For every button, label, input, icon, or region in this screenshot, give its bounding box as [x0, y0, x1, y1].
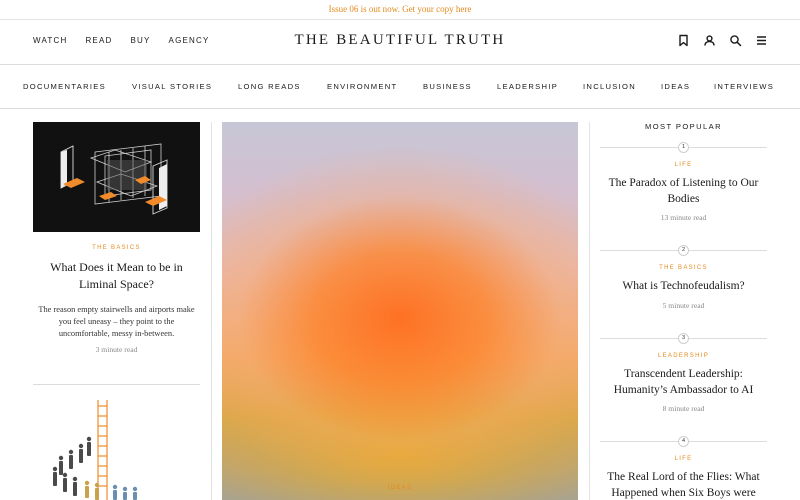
popular-item[interactable]: 2 THE BASICS What is Technofeudalism? 5 … [600, 245, 767, 335]
column-divider [211, 122, 212, 500]
popular-item[interactable]: 1 LIFE The Paradox of Listening to Our B… [600, 142, 767, 242]
item-title[interactable]: What is Technofeudalism? [600, 279, 767, 295]
item-number: 1 [678, 142, 689, 153]
site-header: WATCH READ BUY AGENCY THE BEAUTIFUL TRUT… [0, 20, 800, 65]
item-number: 3 [678, 333, 689, 344]
popular-item[interactable]: 4 LIFE The Real Lord of the Flies: What … [600, 436, 767, 500]
people-and-ladder-illustration[interactable] [33, 392, 200, 500]
header-icons [677, 34, 768, 47]
popular-item[interactable]: 3 LEADERSHIP Transcendent Leadership: Hu… [600, 333, 767, 433]
announcement-link[interactable]: Issue 06 is out now. Get your copy here [329, 4, 472, 14]
featured-story-hero[interactable]: IDEAS [222, 122, 578, 500]
category-ideas[interactable]: IDEAS [661, 82, 690, 91]
featured-story-kicker[interactable]: IDEAS [222, 485, 578, 491]
primary-nav: WATCH READ BUY AGENCY [33, 36, 210, 45]
item-kicker[interactable]: LIFE [600, 456, 767, 462]
item-read-time: 5 minute read [662, 301, 705, 310]
category-interviews[interactable]: INTERVIEWS [714, 82, 774, 91]
search-icon[interactable] [729, 34, 742, 47]
article-description: The reason empty stairwells and airports… [38, 305, 195, 338]
category-inclusion[interactable]: INCLUSION [583, 82, 636, 91]
item-read-time: 13 minute read [660, 213, 707, 222]
menu-icon[interactable] [755, 34, 768, 47]
most-popular-heading: MOST POPULAR [644, 122, 722, 131]
bookmark-icon[interactable] [677, 34, 690, 47]
item-title[interactable]: The Paradox of Listening to Our Bodies [600, 176, 767, 207]
category-visual-stories[interactable]: VISUAL STORIES [132, 82, 212, 91]
article-title[interactable]: What Does it Mean to be in Liminal Space… [33, 259, 200, 293]
item-read-time: 8 minute read [662, 404, 705, 413]
nav-buy[interactable]: BUY [130, 36, 150, 45]
item-title[interactable]: The Real Lord of the Flies: What Happene… [600, 470, 767, 500]
category-environment[interactable]: ENVIRONMENT [327, 82, 397, 91]
item-kicker[interactable]: LEADERSHIP [600, 353, 767, 359]
category-nav: DOCUMENTARIES VISUAL STORIES LONG READS … [0, 65, 800, 109]
account-icon[interactable] [703, 34, 716, 47]
nav-agency[interactable]: AGENCY [169, 36, 210, 45]
liminal-space-illustration[interactable] [33, 122, 200, 232]
category-leadership[interactable]: LEADERSHIP [497, 82, 558, 91]
category-business[interactable]: BUSINESS [423, 82, 472, 91]
nav-read[interactable]: READ [85, 36, 112, 45]
item-number: 4 [678, 436, 689, 447]
category-documentaries[interactable]: DOCUMENTARIES [23, 82, 106, 91]
item-number: 2 [678, 245, 689, 256]
announcement-banner[interactable]: Issue 06 is out now. Get your copy here [0, 0, 800, 20]
item-title[interactable]: Transcendent Leadership: Humanity’s Amba… [600, 367, 767, 398]
item-kicker[interactable]: THE BASICS [600, 265, 767, 271]
category-long-reads[interactable]: LONG READS [238, 82, 301, 91]
site-logo[interactable]: THE BEAUTIFUL TRUTH [295, 32, 506, 48]
article-kicker[interactable]: THE BASICS [33, 245, 200, 251]
column-divider [589, 122, 590, 500]
nav-watch[interactable]: WATCH [33, 36, 67, 45]
card-divider [33, 384, 200, 385]
article-read-time: 3 minute read [95, 345, 138, 354]
item-kicker[interactable]: LIFE [600, 162, 767, 168]
